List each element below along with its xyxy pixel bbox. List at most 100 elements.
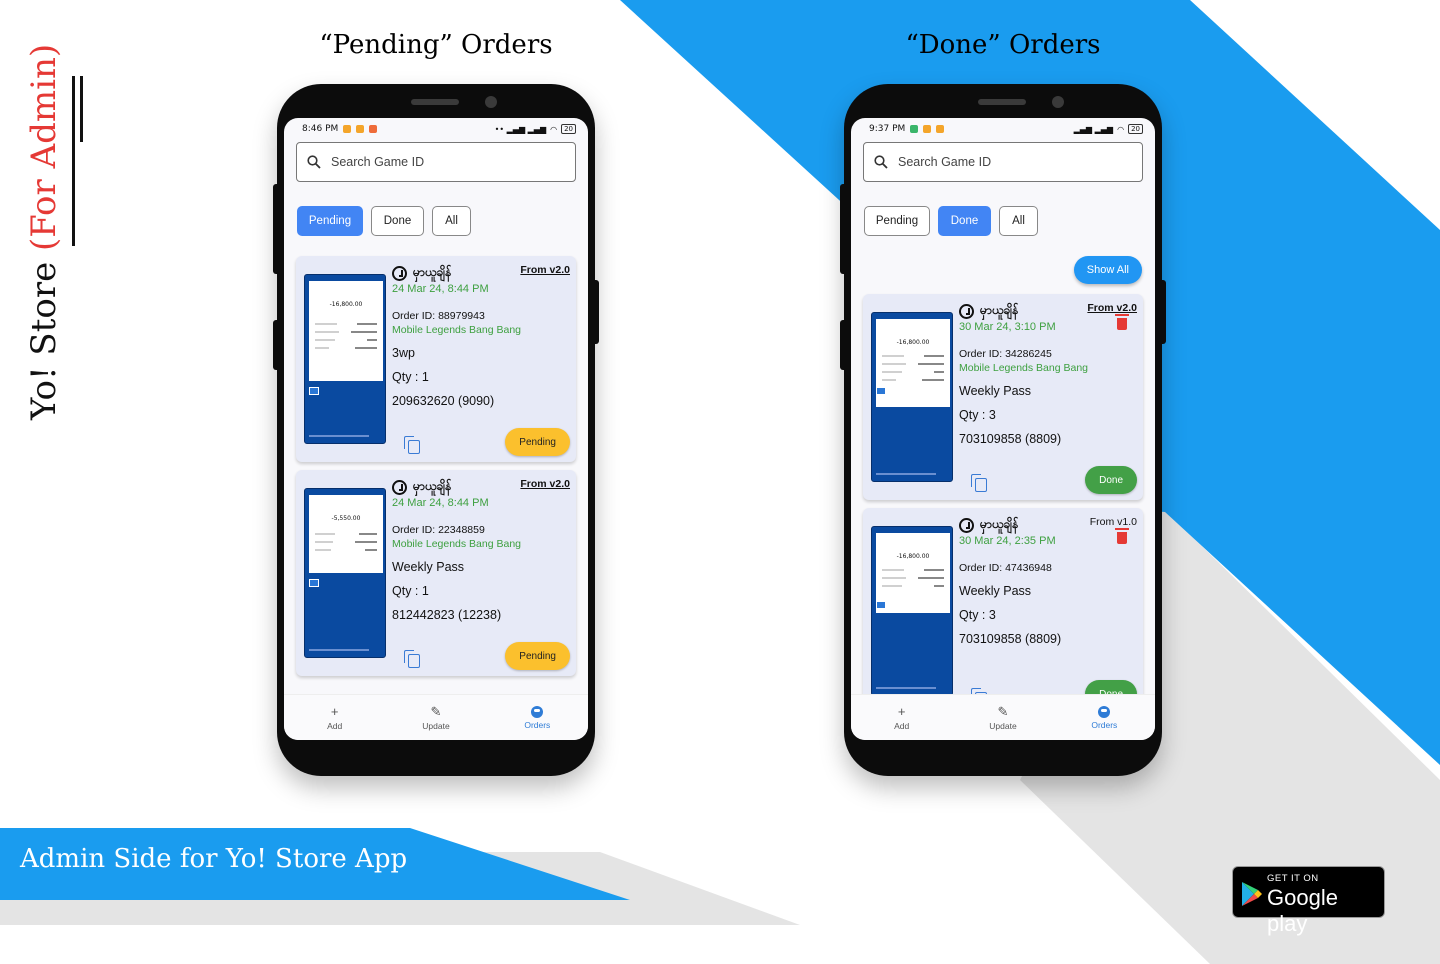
order-id: Order ID: 47436948 <box>959 562 1052 574</box>
filter-pending[interactable]: Pending <box>297 206 363 236</box>
filter-all[interactable]: All <box>999 206 1038 236</box>
search-input[interactable]: Search Game ID <box>296 142 576 182</box>
copy-icon[interactable] <box>404 436 420 454</box>
nav-orders[interactable]: Orders <box>1054 695 1155 740</box>
volume-button <box>840 184 848 274</box>
receipt-amount: -16,800.00 <box>896 553 930 560</box>
filter-done[interactable]: Done <box>938 206 991 236</box>
status-icons: ▂▄▆ ▂▄▆ ◠ 20 <box>1074 124 1143 134</box>
clock-icon <box>392 479 407 495</box>
status-badge[interactable]: Pending <box>505 428 570 456</box>
pencil-icon: ✎ <box>430 703 442 719</box>
power-button <box>1158 280 1166 344</box>
power-button <box>591 280 599 344</box>
item-name: Weekly Pass <box>392 560 465 574</box>
nav-add[interactable]: + Add <box>284 695 385 740</box>
order-card[interactable]: -16,800.00 မှာယူချိန် From v2.0 <box>296 256 576 462</box>
notification-icon <box>343 125 352 133</box>
order-info: မှာယူချိန် From v2.0 24 Mar 24, 8:44 PM … <box>392 478 570 622</box>
payment-receipt-image[interactable]: -16,800.00 <box>871 526 953 696</box>
copy-icon[interactable] <box>404 650 420 668</box>
battery-icon: 20 <box>1128 124 1143 134</box>
notification-icon <box>936 125 945 133</box>
front-camera <box>1052 96 1064 108</box>
delete-icon[interactable] <box>1115 528 1129 544</box>
search-icon <box>307 155 321 169</box>
nav-orders-label: Orders <box>1091 719 1118 730</box>
signal-icon: •• ▂▄▆ ▂▄▆ <box>494 124 547 134</box>
clock-icon <box>959 303 974 319</box>
notification-icon <box>356 125 365 133</box>
status-time: 8:46 PM <box>302 124 339 134</box>
app-version-link[interactable]: From v2.0 <box>1087 302 1137 314</box>
bank-logo <box>876 601 886 609</box>
status-icons: •• ▂▄▆ ▂▄▆ ◠ 20 <box>495 124 576 134</box>
plus-icon: + <box>897 703 906 719</box>
speaker <box>411 99 459 105</box>
nav-orders-label: Orders <box>524 719 551 730</box>
nav-add-label: Add <box>894 720 910 731</box>
volume-button <box>273 184 281 274</box>
status-filter-chips: Pending Done All <box>297 206 588 236</box>
badge-store-name: Google play <box>1267 885 1338 936</box>
status-time: 9:37 PM <box>869 124 906 134</box>
order-card[interactable]: -16,800.00 မှာယူချိန် From v1.0 30 Mar 2… <box>863 508 1143 714</box>
orders-icon <box>1098 705 1111 718</box>
order-id: Order ID: 22348859 <box>392 524 485 536</box>
done-caption: “Done” Orders <box>905 30 1101 60</box>
clock-icon <box>959 517 974 533</box>
nav-add[interactable]: + Add <box>851 695 952 740</box>
pencil-icon: ✎ <box>997 703 1009 719</box>
search-icon <box>874 155 888 169</box>
filter-done[interactable]: Done <box>371 206 424 236</box>
clock-icon <box>392 265 407 281</box>
order-date: 30 Mar 24, 2:35 PM <box>959 535 1056 547</box>
app-version-link[interactable]: From v2.0 <box>520 264 570 276</box>
order-card[interactable]: -5,550.00 မှာယူချိန် From v2.0 24 Mar 24… <box>296 470 576 676</box>
nav-orders[interactable]: Orders <box>487 695 588 740</box>
quantity: Qty : 3 <box>959 408 996 422</box>
search-input[interactable]: Search Game ID <box>863 142 1143 182</box>
player-id: 812442823 (12238) <box>392 608 502 622</box>
app-screen: 8:46 PM •• ▂▄▆ ▂▄▆ ◠ 20 Search Game ID P… <box>284 118 588 740</box>
status-bar: 8:46 PM •• ▂▄▆ ▂▄▆ ◠ 20 <box>284 118 588 140</box>
badge-get-it-on: GET IT ON <box>1267 873 1319 884</box>
status-badge[interactable]: Pending <box>505 642 570 670</box>
payment-receipt-image[interactable]: -16,800.00 <box>304 274 386 444</box>
status-filter-chips: Pending Done All <box>864 206 1155 236</box>
bank-logo <box>876 387 886 395</box>
vertical-brand-title: Yo! Store (For Admin) <box>24 44 64 420</box>
show-all-button[interactable]: Show All <box>1073 256 1142 284</box>
order-id: Order ID: 88979943 <box>392 310 485 322</box>
payment-receipt-image[interactable]: -5,550.00 <box>304 488 386 658</box>
filter-pending[interactable]: Pending <box>864 206 930 236</box>
quantity: Qty : 1 <box>392 584 429 598</box>
app-version-link[interactable]: From v1.0 <box>1090 516 1137 528</box>
order-date: 24 Mar 24, 8:44 PM <box>392 497 489 509</box>
google-play-badge[interactable]: GET IT ON Google play <box>1232 866 1385 936</box>
battery-icon: 20 <box>561 124 576 134</box>
quantity: Qty : 3 <box>959 608 996 622</box>
brand-accent: (For Admin) <box>24 43 64 251</box>
nav-update[interactable]: ✎ Update <box>385 695 486 740</box>
status-badge[interactable]: Done <box>1085 466 1137 494</box>
receipt-amount: -16,800.00 <box>329 301 363 308</box>
payment-receipt-image[interactable]: -16,800.00 <box>871 312 953 482</box>
player-id: 703109858 (8809) <box>959 632 1062 646</box>
receipt-amount: -16,800.00 <box>896 339 930 346</box>
notification-icon <box>910 125 919 133</box>
order-time-label: မှာယူချိန် <box>980 517 1019 531</box>
nav-add-label: Add <box>327 720 343 731</box>
filter-all[interactable]: All <box>432 206 471 236</box>
play-store-icon <box>1242 882 1262 906</box>
app-version-link[interactable]: From v2.0 <box>520 478 570 490</box>
copy-icon[interactable] <box>971 474 987 492</box>
game-name: Mobile Legends Bang Bang <box>392 324 522 336</box>
order-card[interactable]: -16,800.00 မှာယူချိန် From v2.0 <box>863 294 1143 500</box>
bank-logo <box>309 579 319 587</box>
bottom-navigation: + Add ✎ Update Orders <box>284 694 588 740</box>
search-placeholder: Search Game ID <box>898 155 992 169</box>
phone-pending: 8:46 PM •• ▂▄▆ ▂▄▆ ◠ 20 Search Game ID P… <box>273 84 599 776</box>
nav-update[interactable]: ✎ Update <box>952 695 1053 740</box>
delete-icon[interactable] <box>1115 314 1129 330</box>
